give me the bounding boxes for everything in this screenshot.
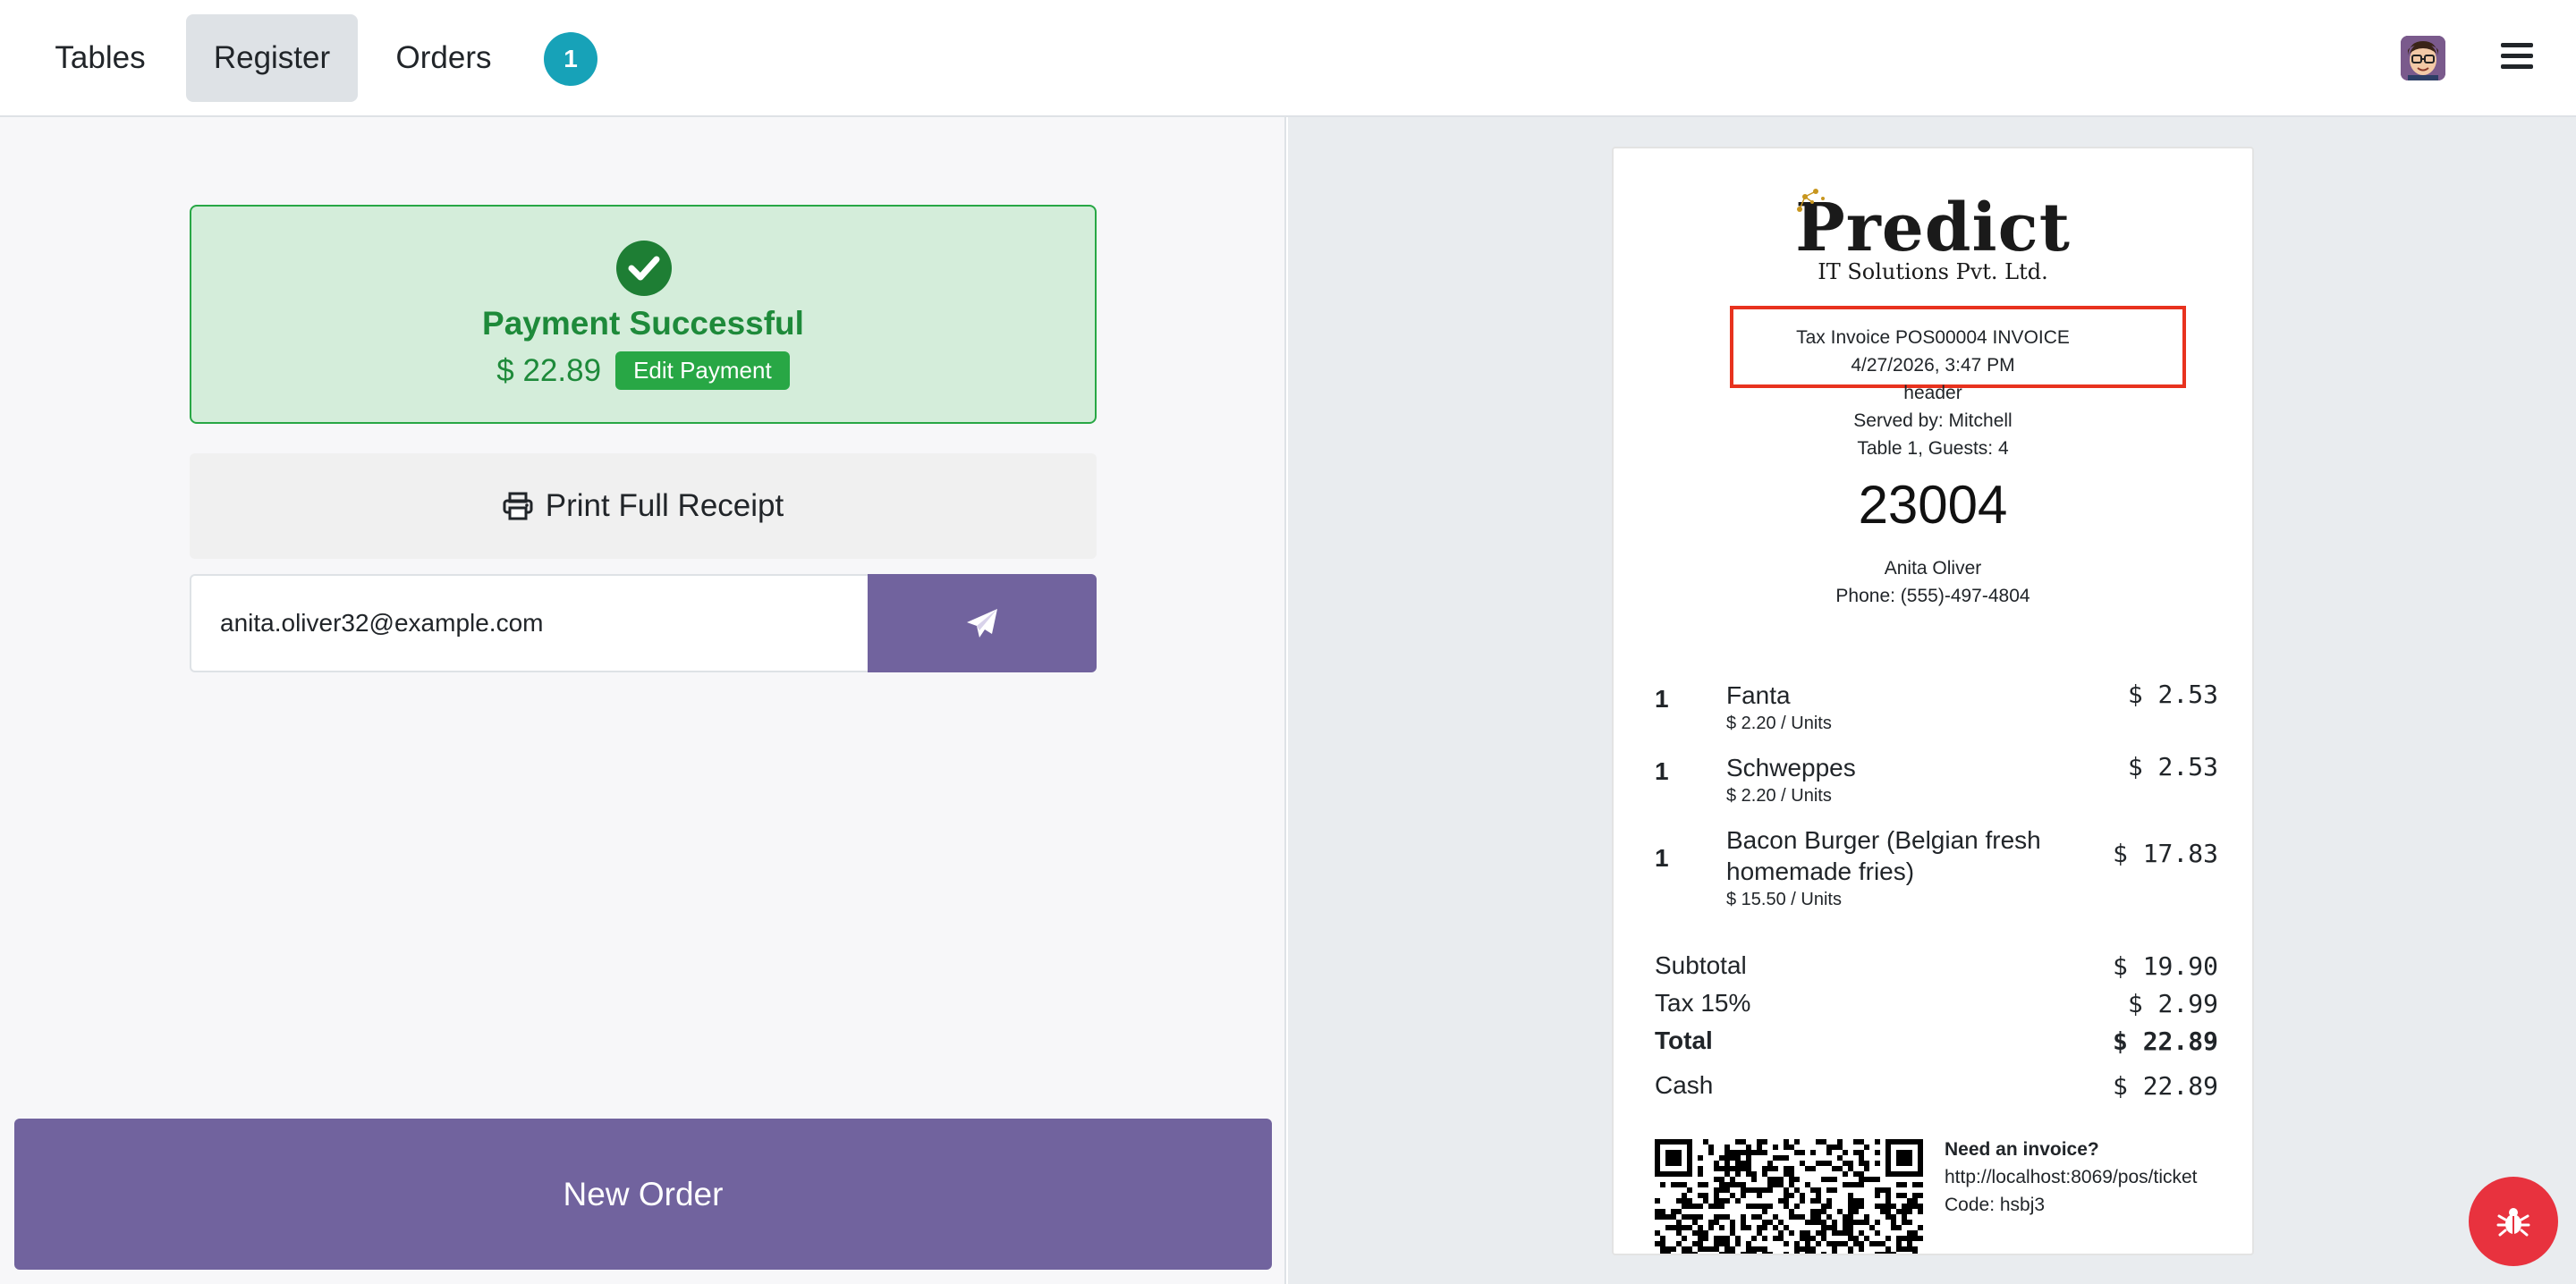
new-order-button[interactable]: New Order — [14, 1119, 1272, 1270]
paper-plane-icon — [967, 609, 997, 638]
payment-amount: $ 22.89 — [496, 352, 602, 388]
receipt-datetime: 4/27/2026, 3:47 PM — [1851, 355, 2015, 376]
user-avatar[interactable] — [2401, 36, 2445, 80]
invoice-qr-code-icon — [1655, 1139, 1925, 1254]
item-name: Fanta — [1726, 681, 1791, 709]
total-value: $ 22.89 — [2112, 1026, 2218, 1056]
nav-orders-button[interactable]: Orders — [370, 14, 517, 102]
hamburger-menu-icon[interactable] — [2501, 43, 2533, 75]
invoice-info: Need an invoice? http://localhost:8069/p… — [1945, 1136, 2213, 1219]
receipt-header-text: header — [1903, 383, 1962, 403]
edit-payment-button[interactable]: Edit Payment — [615, 351, 790, 390]
nav-tables-button[interactable]: Tables — [27, 14, 174, 102]
invoice-number-line: Tax Invoice POS00004 INVOICE — [1796, 327, 2070, 348]
bug-icon — [2496, 1208, 2530, 1237]
payment-pane: Payment Successful $ 22.89 Edit Payment … — [0, 117, 1286, 1284]
item-price: $ 2.53 — [2127, 752, 2218, 781]
tax-value: $ 2.99 — [2127, 989, 2218, 1018]
print-full-receipt-button[interactable]: Print Full Receipt — [190, 453, 1097, 559]
invoice-prompt: Need an invoice? — [1945, 1139, 2099, 1160]
total-label: Total — [1655, 1026, 1713, 1054]
receipt-line-item: 1 Fanta $ 2.20 / Units $ 2.53 — [1655, 680, 2218, 742]
served-by: Served by: Mitchell — [1853, 410, 2012, 431]
top-navbar: Tables Register Orders 1 — [0, 0, 2576, 117]
item-qty: 1 — [1655, 757, 1669, 785]
logo-sparkle-icon — [1797, 189, 1825, 212]
item-unit-price: $ 2.20 / Units — [1726, 786, 1832, 806]
logo-wordmark: Predict — [1795, 190, 2071, 266]
table-guests: Table 1, Guests: 4 — [1857, 438, 2009, 459]
debug-bug-button[interactable] — [2469, 1177, 2558, 1266]
cash-value: $ 22.89 — [2112, 1071, 2218, 1101]
item-price: $ 17.83 — [2112, 839, 2218, 868]
item-name: Schweppes — [1726, 754, 1856, 781]
invoice-url: http://localhost:8069/pos/ticket — [1945, 1167, 2198, 1187]
subtotal-label: Subtotal — [1655, 951, 1747, 979]
receipt-line-item: 1 Bacon Burger (Belgian fresh homemade f… — [1655, 824, 2218, 918]
payment-success-title: Payment Successful — [482, 305, 804, 342]
printer-icon — [503, 492, 533, 520]
payment-success-card: Payment Successful $ 22.89 Edit Payment — [190, 205, 1097, 424]
receipt: Predict IT Solutions Pvt. Ltd. Tax Invoi… — [1612, 147, 2254, 1255]
item-unit-price: $ 2.20 / Units — [1726, 714, 1832, 733]
check-circle-icon — [616, 241, 672, 296]
orders-count-badge[interactable]: 1 — [544, 32, 597, 86]
item-qty: 1 — [1655, 685, 1669, 713]
item-unit-price: $ 15.50 / Units — [1726, 890, 1842, 909]
email-input[interactable] — [190, 574, 869, 672]
print-full-receipt-label: Print Full Receipt — [545, 488, 784, 523]
nav-register-button[interactable]: Register — [186, 14, 358, 102]
invoice-code: Code: hsbj3 — [1945, 1195, 2046, 1215]
logo-subtitle: IT Solutions Pvt. Ltd. — [1818, 259, 2048, 284]
customer-name: Anita Oliver — [1884, 558, 1982, 579]
order-number: 23004 — [1858, 475, 2008, 535]
item-qty: 1 — [1655, 844, 1669, 872]
cash-label: Cash — [1655, 1071, 1714, 1099]
subtotal-value: $ 19.90 — [2112, 951, 2218, 981]
customer-phone: Phone: (555)-497-4804 — [1835, 586, 2030, 606]
item-price: $ 2.53 — [2127, 680, 2218, 709]
company-logo: Predict IT Solutions Pvt. Ltd. — [1614, 189, 2252, 284]
item-name: Bacon Burger (Belgian fresh homemade fri… — [1726, 826, 2041, 885]
payment-amount-row: $ 22.89 Edit Payment — [191, 351, 1095, 390]
avatar-image-icon — [2401, 36, 2445, 80]
email-receipt-group — [190, 574, 1097, 672]
send-email-button[interactable] — [868, 574, 1097, 672]
tax-label: Tax 15% — [1655, 989, 1751, 1017]
receipt-line-item: 1 Schweppes $ 2.20 / Units $ 2.53 — [1655, 752, 2218, 815]
